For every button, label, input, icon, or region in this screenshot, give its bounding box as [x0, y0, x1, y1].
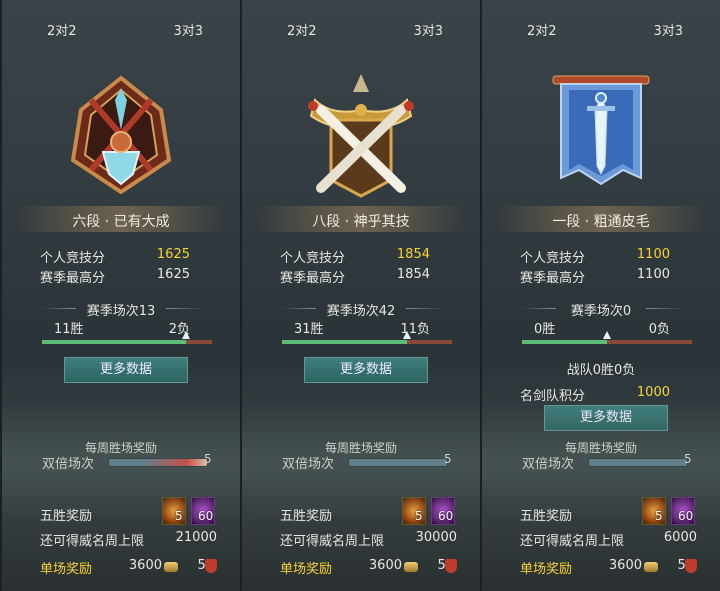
double-matches-bar	[588, 458, 688, 467]
chest-count: 5	[415, 509, 423, 523]
double-matches-label: 双倍场次	[282, 457, 335, 472]
team-record: 战队0胜0负	[566, 363, 636, 378]
tab-2v2[interactable]: 2对2	[527, 20, 557, 39]
win-loss-bar	[42, 331, 212, 344]
shield-icon	[445, 559, 457, 573]
chest-count: 5	[175, 509, 183, 523]
five-win-reward-label: 五胜奖励	[520, 509, 573, 524]
double-matches-count: 5	[204, 452, 212, 466]
single-coin-value: 3600	[368, 558, 402, 573]
remaining-cap-label: 还可得威名周上限	[40, 534, 145, 549]
personal-score-label: 个人竞技分	[280, 251, 346, 266]
personal-score-label: 个人竞技分	[40, 251, 106, 266]
shield-icon	[205, 559, 217, 573]
double-matches-bar	[108, 458, 208, 467]
double-matches-label: 双倍场次	[42, 457, 95, 472]
team-score-label: 名剑队积分	[520, 389, 586, 404]
divider-right	[646, 308, 682, 309]
mode-tabs: 2对2 3对3	[242, 20, 480, 40]
personal-score-value: 1854	[396, 247, 430, 262]
double-matches-bar	[348, 458, 448, 467]
losses-count: 0负	[648, 322, 670, 337]
tab-2v2[interactable]: 2对2	[287, 20, 317, 39]
win-fill	[522, 340, 607, 344]
gem-count: 60	[198, 509, 214, 523]
personal-score-value: 1625	[156, 247, 190, 262]
double-matches-count: 5	[684, 452, 692, 466]
chest-count: 5	[655, 509, 663, 523]
remaining-cap-label: 还可得威名周上限	[520, 534, 625, 549]
crossed-swords-gold-crest-icon	[308, 74, 414, 198]
rank-panel-1: 2对2 3对3 六段 · 已有大成 个人竞技分 1625 赛季最高分 1625 …	[1, 0, 241, 591]
remaining-cap-label: 还可得威名周上限	[280, 534, 385, 549]
double-matches-label: 双倍场次	[522, 457, 575, 472]
single-reward-label: 单场奖励	[280, 562, 333, 577]
remaining-cap-value: 30000	[415, 530, 457, 545]
five-win-reward-label: 五胜奖励	[280, 509, 333, 524]
remaining-cap-value: 21000	[175, 530, 217, 545]
season-high-label: 赛季最高分	[520, 271, 586, 286]
rank-title: 一段 · 粗通皮毛	[552, 214, 650, 230]
gem-count: 60	[678, 509, 694, 523]
crossed-blades-crest-icon	[70, 75, 172, 195]
season-high-value: 1625	[156, 267, 190, 282]
single-coin-value: 3600	[128, 558, 162, 573]
win-loss-bar	[282, 331, 452, 344]
more-data-button[interactable]: 更多数据	[64, 357, 188, 383]
double-matches-count: 5	[444, 452, 452, 466]
more-data-button[interactable]: 更多数据	[544, 405, 668, 431]
coin-icon	[644, 562, 658, 572]
win-fill	[282, 340, 408, 344]
rank-panel-2: 2对2 3对3 八段 · 神乎其技 个人竞技分 1854 赛季最高分 1854 …	[241, 0, 481, 591]
personal-score-value: 1100	[636, 247, 670, 262]
tab-3v3[interactable]: 3对3	[173, 20, 203, 39]
rank-panel-3: 2对2 3对3 一段 · 粗通皮毛 个人竞技分 1100 赛季最高分 1100 …	[481, 0, 720, 591]
season-high-label: 赛季最高分	[40, 271, 106, 286]
single-reward-label: 单场奖励	[40, 562, 93, 577]
wins-count: 11胜	[54, 322, 84, 337]
win-fill	[42, 340, 186, 344]
tab-3v3[interactable]: 3对3	[653, 20, 683, 39]
divider-right	[406, 308, 442, 309]
single-coin-value: 3600	[608, 558, 642, 573]
season-matches: 赛季场次0	[570, 304, 632, 319]
personal-score-label: 个人竞技分	[520, 251, 586, 266]
wins-count: 31胜	[294, 322, 324, 337]
tab-3v3[interactable]: 3对3	[413, 20, 443, 39]
remaining-cap-value: 6000	[663, 530, 697, 545]
gem-count: 60	[438, 509, 454, 523]
team-score-value: 1000	[636, 385, 670, 400]
tab-2v2[interactable]: 2对2	[47, 20, 77, 39]
single-reward-label: 单场奖励	[520, 562, 573, 577]
blue-banner-sword-icon	[552, 75, 650, 186]
mode-tabs: 2对2 3对3	[482, 20, 720, 40]
rank-title: 六段 · 已有大成	[72, 214, 170, 230]
five-win-reward-label: 五胜奖励	[40, 509, 93, 524]
win-marker	[603, 331, 611, 339]
mode-tabs: 2对2 3对3	[2, 20, 240, 40]
season-high-label: 赛季最高分	[280, 271, 346, 286]
season-high-value: 1100	[636, 267, 670, 282]
season-matches: 赛季场次13	[86, 304, 156, 319]
win-loss-bar	[522, 331, 692, 344]
coin-icon	[164, 562, 178, 572]
rank-title: 八段 · 神乎其技	[312, 214, 410, 230]
wins-count: 0胜	[534, 322, 556, 337]
coin-icon	[404, 562, 418, 572]
shield-icon	[685, 559, 697, 573]
divider-right	[166, 308, 202, 309]
season-matches: 赛季场次42	[326, 304, 396, 319]
season-high-value: 1854	[396, 267, 430, 282]
more-data-button[interactable]: 更多数据	[304, 357, 428, 383]
win-marker	[403, 331, 412, 339]
win-marker	[181, 331, 190, 339]
